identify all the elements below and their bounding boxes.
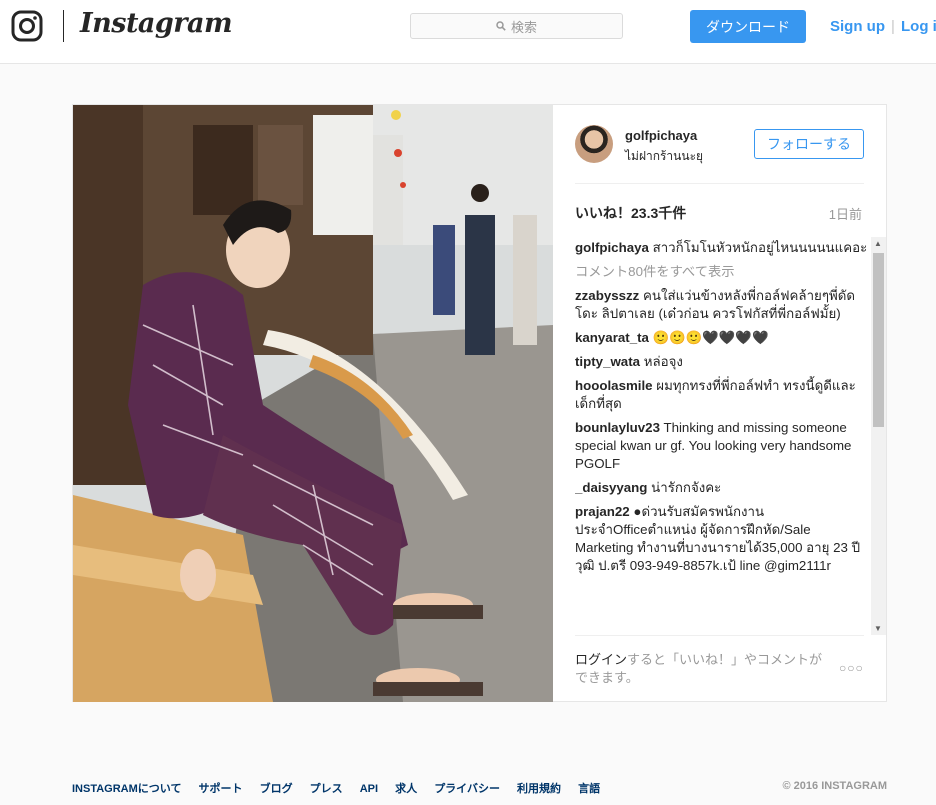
header-divider bbox=[575, 183, 864, 184]
post-sidebar: golfpichaya ไม่ฝากร้านนะยุ フォローする いいね！23… bbox=[553, 105, 886, 701]
login-link[interactable]: Log i bbox=[901, 18, 936, 35]
comments-scrollbar[interactable]: ▲ ▼ bbox=[871, 237, 886, 635]
comment-text: น่ารักกจังคะ bbox=[651, 480, 722, 495]
logo-divider bbox=[63, 10, 64, 42]
search-input[interactable]: 検索 bbox=[410, 13, 623, 39]
footer-link-api[interactable]: API bbox=[360, 783, 378, 795]
login-prompt-link[interactable]: ログイン bbox=[575, 652, 627, 667]
comment-item: tipty_wata หล่อจุง bbox=[575, 353, 870, 371]
scroll-down-arrow-icon[interactable]: ▼ bbox=[874, 624, 882, 633]
footer-link-jobs[interactable]: 求人 bbox=[395, 783, 417, 795]
post-photo-illustration bbox=[73, 105, 553, 702]
post-username[interactable]: golfpichaya bbox=[625, 128, 697, 143]
top-navigation-bar: Instagram 検索 ダウンロード Sign up | Log i bbox=[0, 0, 936, 64]
scroll-up-arrow-icon[interactable]: ▲ bbox=[874, 239, 882, 248]
comment-item: bounlayluv23 Thinking and missing someon… bbox=[575, 419, 870, 473]
instagram-camera-icon[interactable] bbox=[11, 10, 43, 42]
comment-list: golfpichaya สาวก็โมโนหัวหนักอยู่ไหนนนนนแ… bbox=[575, 239, 870, 635]
footer-divider bbox=[575, 635, 864, 636]
footer-link-blog[interactable]: ブログ bbox=[260, 783, 293, 795]
likes-count[interactable]: いいね！23.3千件 bbox=[575, 203, 686, 223]
more-options-icon[interactable]: ○○○ bbox=[839, 661, 864, 675]
follow-button[interactable]: フォローする bbox=[754, 129, 864, 159]
comment-username[interactable]: prajan22 bbox=[575, 504, 630, 519]
user-avatar[interactable] bbox=[575, 125, 613, 163]
footer-nav: INSTAGRAMについて サポート ブログ プレス API 求人 プライバシー… bbox=[72, 780, 887, 796]
comment-username[interactable]: tipty_wata bbox=[575, 354, 640, 369]
footer-link-terms[interactable]: 利用規約 bbox=[517, 783, 561, 795]
nav-separator: | bbox=[891, 18, 895, 35]
footer-link-press[interactable]: プレス bbox=[310, 783, 343, 795]
search-icon bbox=[496, 21, 506, 31]
caption-username[interactable]: golfpichaya bbox=[575, 240, 649, 255]
footer-link-language[interactable]: 言語 bbox=[578, 783, 600, 795]
footer-link-support[interactable]: サポート bbox=[199, 783, 243, 795]
post-photo[interactable] bbox=[73, 105, 553, 702]
comment-item: hooolasmile ผมทุกทรงที่พี่กอล์ฟทำ ทรงนี้… bbox=[575, 377, 870, 413]
view-all-comments-link[interactable]: コメント80件をすべて表示 bbox=[575, 263, 870, 281]
comment-text: หล่อจุง bbox=[643, 354, 683, 369]
comment-item: _daisyyang น่ารักกจังคะ bbox=[575, 479, 870, 497]
caption: golfpichaya สาวก็โมโนหัวหนักอยู่ไหนนนนนแ… bbox=[575, 239, 870, 257]
download-button[interactable]: ダウンロード bbox=[690, 10, 806, 43]
signup-link[interactable]: Sign up bbox=[830, 18, 885, 35]
comment-username[interactable]: zzabysszz bbox=[575, 288, 639, 303]
scrollbar-thumb[interactable] bbox=[873, 253, 884, 427]
instagram-wordmark[interactable]: Instagram bbox=[80, 8, 233, 39]
footer-link-privacy[interactable]: プライバシー bbox=[434, 783, 500, 795]
copyright: © 2016 INSTAGRAM bbox=[782, 780, 887, 792]
page-footer: INSTAGRAMについて サポート ブログ プレス API 求人 プライバシー… bbox=[72, 780, 887, 796]
comment-text: 🙂🙂🙂🖤🖤🖤🖤 bbox=[652, 330, 769, 345]
comment-username[interactable]: hooolasmile bbox=[575, 378, 653, 393]
comment-username[interactable]: _daisyyang bbox=[575, 480, 647, 495]
search-placeholder: 検索 bbox=[510, 19, 537, 35]
post-timestamp[interactable]: 1日前 bbox=[829, 204, 862, 223]
post-location[interactable]: ไม่ฝากร้านนะยุ bbox=[625, 147, 703, 166]
post-card: golfpichaya ไม่ฝากร้านนะยุ フォローする いいね！23… bbox=[72, 104, 887, 702]
comment-item: zzabysszz คนใส่แว่นข้างหลังพี่กอล์ฟคล้าย… bbox=[575, 287, 870, 323]
footer-link-about[interactable]: INSTAGRAMについて bbox=[72, 783, 181, 795]
login-prompt: ログインすると「いいね！」やコメントができます。 bbox=[575, 651, 825, 687]
comment-item: kanyarat_ta 🙂🙂🙂🖤🖤🖤🖤 bbox=[575, 329, 870, 347]
comment-username[interactable]: bounlayluv23 bbox=[575, 420, 660, 435]
comment-item: prajan22 ●ด่วนรับสมัครพนักงานประจำOffice… bbox=[575, 503, 870, 575]
comment-username[interactable]: kanyarat_ta bbox=[575, 330, 649, 345]
caption-text: สาวก็โมโนหัวหนักอยู่ไหนนนนนแคอะ bbox=[652, 240, 868, 255]
